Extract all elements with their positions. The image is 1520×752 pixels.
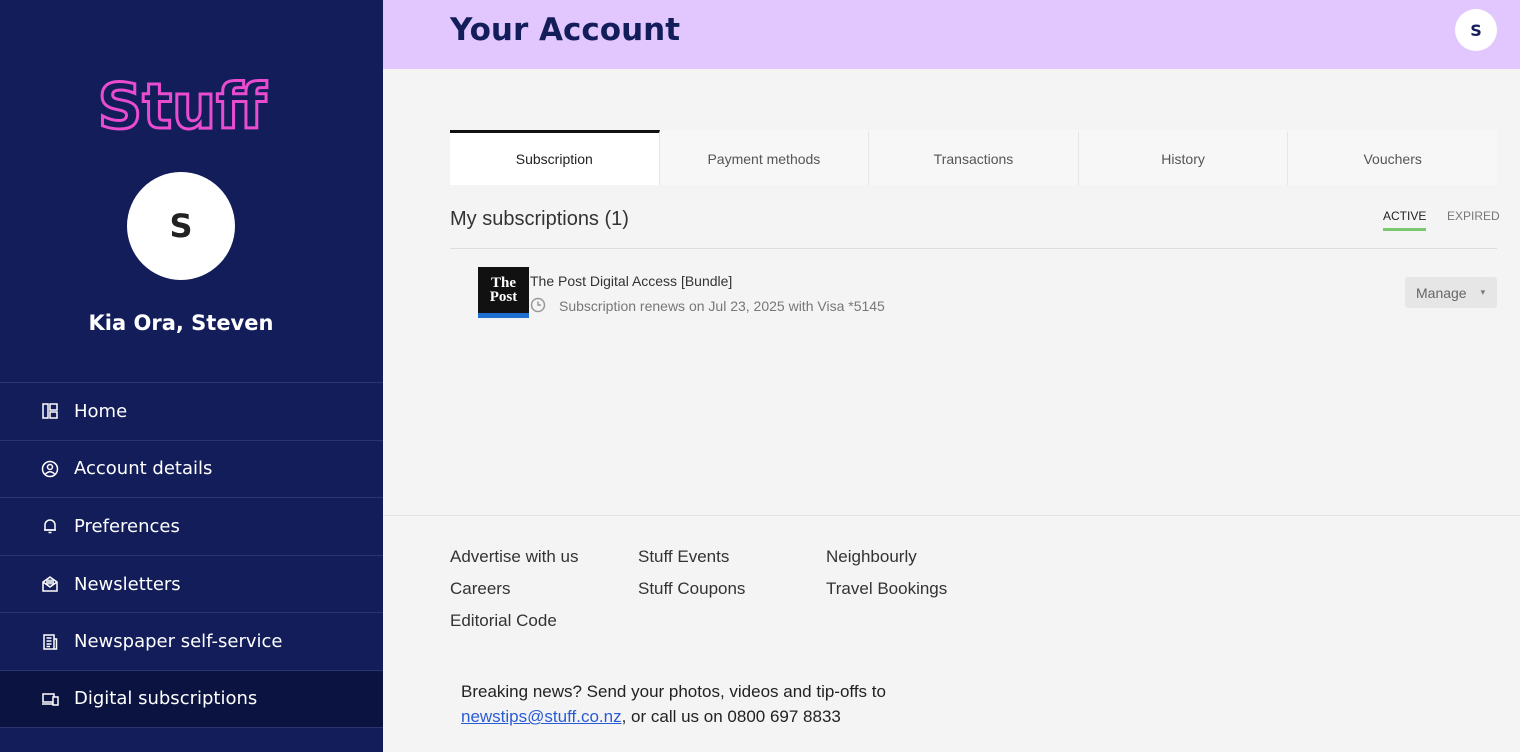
sidebar-item-account-details[interactable]: Account details <box>0 439 383 498</box>
sidebar-nav: Home Account details Preferences Newslet… <box>0 382 383 728</box>
footer-link-stuff-coupons[interactable]: Stuff Coupons <box>638 579 745 599</box>
filter-active[interactable]: ACTIVE <box>1383 209 1427 231</box>
caret-down-icon: ▾ <box>1480 287 1486 297</box>
envelope-open-icon <box>40 574 60 594</box>
footer-link-careers[interactable]: Careers <box>450 579 510 599</box>
svg-text:Stuff: Stuff <box>98 72 267 138</box>
sidebar-item-label: Account details <box>74 458 213 480</box>
stuff-logo[interactable]: Stuff <box>94 72 270 138</box>
user-circle-icon <box>40 459 60 479</box>
footer-link-advertise[interactable]: Advertise with us <box>450 547 579 567</box>
sidebar-item-label: Preferences <box>74 515 180 537</box>
account-tabs: Subscription Payment methods Transaction… <box>450 130 1497 185</box>
sidebar-item-label: Digital subscriptions <box>74 688 258 710</box>
page-title: Your Account <box>450 12 681 48</box>
subscription-name: The Post Digital Access [Bundle] <box>530 273 733 289</box>
devices-icon <box>40 689 60 709</box>
breaking-news-note: Breaking news? Send your photos, videos … <box>461 679 886 729</box>
logo-line: The <box>490 275 516 291</box>
footer-link-stuff-events[interactable]: Stuff Events <box>638 547 729 567</box>
tab-subscription[interactable]: Subscription <box>450 130 660 185</box>
renewal-text: Subscription renews on Jul 23, 2025 with… <box>559 298 885 314</box>
header: Your Account S <box>383 0 1520 69</box>
home-icon <box>40 401 60 421</box>
the-post-logo: The Post <box>478 267 529 318</box>
tab-payment-methods[interactable]: Payment methods <box>660 130 870 185</box>
sidebar-item-digital-subscriptions[interactable]: Digital subscriptions <box>0 669 383 728</box>
tab-transactions[interactable]: Transactions <box>869 130 1079 185</box>
footer-link-editorial-code[interactable]: Editorial Code <box>450 611 557 631</box>
account-avatar-button[interactable]: S <box>1455 9 1497 51</box>
sidebar-item-preferences[interactable]: Preferences <box>0 497 383 555</box>
clock-icon <box>530 297 546 313</box>
filter-expired[interactable]: EXPIRED <box>1447 209 1500 223</box>
sidebar-item-home[interactable]: Home <box>0 382 383 440</box>
greeting: Kia Ora, Steven <box>88 311 274 335</box>
avatar-initial: S <box>169 207 193 245</box>
sidebar-item-label: Newsletters <box>74 573 181 595</box>
avatar: S <box>127 172 235 280</box>
bell-icon <box>40 516 60 536</box>
sidebar: Stuff S Kia Ora, Steven Home Account det… <box>0 0 383 752</box>
call-text: , or call us on 0800 697 8833 <box>621 707 841 726</box>
manage-label: Manage <box>1416 284 1467 301</box>
newspaper-icon <box>40 632 60 652</box>
tab-history[interactable]: History <box>1079 130 1289 185</box>
breaking-text: Breaking news? Send your photos, videos … <box>461 682 886 701</box>
subscriptions-heading: My subscriptions (1) <box>450 208 629 230</box>
footer-link-travel-bookings[interactable]: Travel Bookings <box>826 579 947 599</box>
divider <box>450 248 1497 249</box>
sidebar-item-newsletters[interactable]: Newsletters <box>0 554 383 613</box>
footer-link-neighbourly[interactable]: Neighbourly <box>826 547 917 567</box>
tab-vouchers[interactable]: Vouchers <box>1288 130 1497 185</box>
newstips-email-link[interactable]: newstips@stuff.co.nz <box>461 707 622 726</box>
logo-line: Post <box>489 289 518 305</box>
footer-divider <box>383 515 1520 516</box>
sidebar-item-label: Home <box>74 400 128 422</box>
manage-button[interactable]: Manage ▾ <box>1405 277 1497 308</box>
avatar-initial: S <box>1470 20 1482 40</box>
sidebar-item-label: Newspaper self-service <box>74 631 283 653</box>
sidebar-item-newspaper-self-service[interactable]: Newspaper self-service <box>0 612 383 670</box>
